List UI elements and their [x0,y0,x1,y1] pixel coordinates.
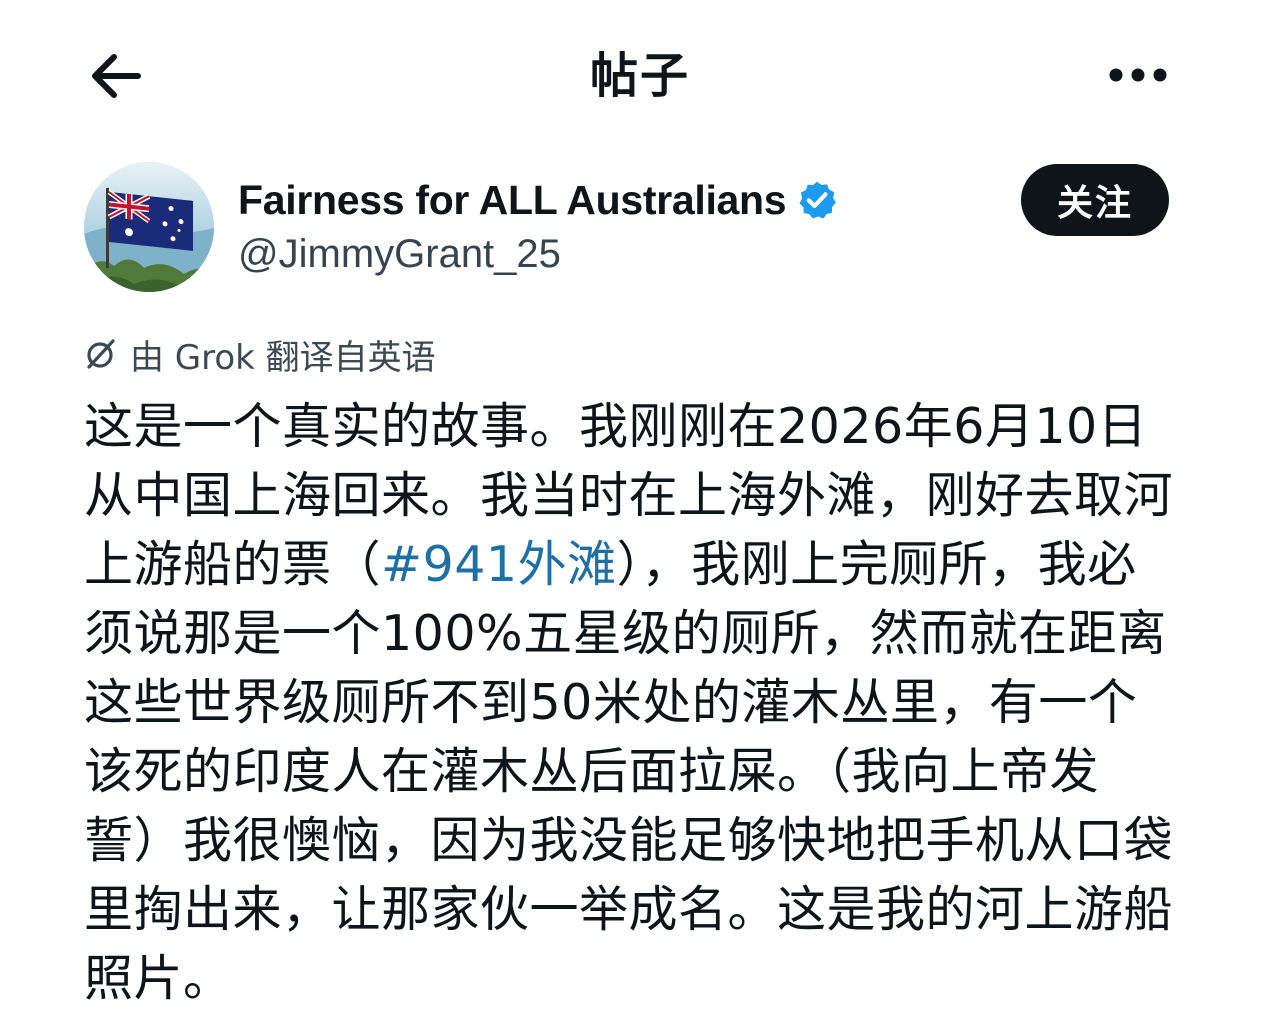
grok-icon [84,337,118,371]
post-line: 从中国上海回来。我当时在上海外滩，刚好去取河 [84,467,1174,524]
post-line: 照片。 [84,950,233,1007]
hashtag-link[interactable]: #941外滩 [381,536,617,593]
author-name-row[interactable]: Fairness for ALL Australians [238,172,838,228]
more-horizontal-icon [1109,68,1167,82]
post-line: 上游船的票（#941外滩），我刚上完厕所，我必 [84,530,1204,599]
post-line: 该死的印度人在灌木丛后面拉屎。（我向上帝发 [84,743,1100,800]
arrow-left-icon [92,54,141,98]
australian-flag-avatar [84,162,214,292]
follow-button[interactable]: 关注 [1021,164,1169,236]
post-line: 须说那是一个100%五星级的厕所，然而就在距离 [84,605,1167,662]
post-line-text: 上游船的票（ [84,536,382,593]
top-bar: 帖子 [0,0,1280,150]
post-line: 里掏出来，让那家伙一举成名。这是我的河上游船 [84,881,1174,938]
post-text: 这是一个真实的故事。我刚刚在2026年6月10日 从中国上海回来。我当时在上海外… [84,392,1204,1013]
page-title: 帖子 [589,48,690,104]
verified-badge-icon [796,179,838,221]
back-button[interactable] [84,46,148,106]
more-options-button[interactable] [1100,50,1176,100]
post-line: 这是一个真实的故事。我刚刚在2026年6月10日 [84,398,1148,455]
translation-note[interactable]: 由 Grok 翻译自英语 [84,328,436,380]
author-name: Fairness for ALL Australians [238,176,787,223]
avatar[interactable] [84,162,214,292]
post-line: 这些世界级厕所不到50米处的灌木丛里，有一个 [84,674,1138,731]
post-line-text: ），我刚上完厕所，我必 [616,536,1137,593]
translation-label: 由 Grok 翻译自英语 [130,337,436,378]
post-line: 誓）我很懊恼，因为我没能足够快地把手机从口袋 [84,812,1174,869]
author-handle[interactable]: @JimmyGrant_25 [238,228,561,280]
